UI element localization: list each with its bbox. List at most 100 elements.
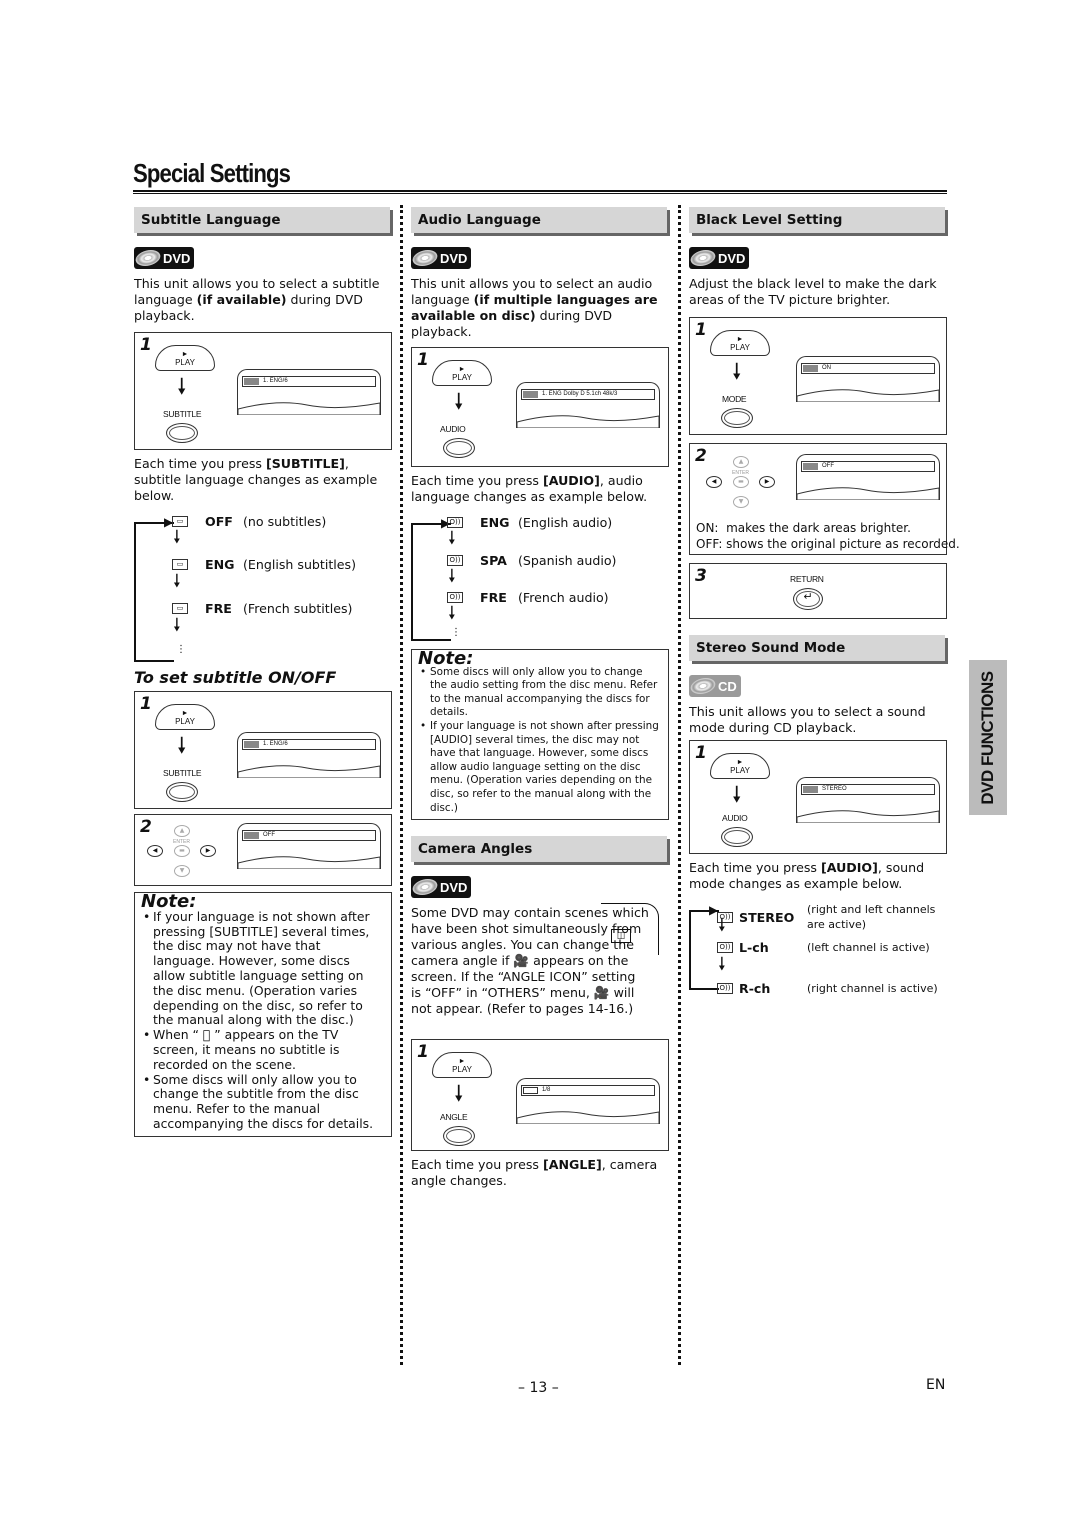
audio-button[interactable] bbox=[721, 827, 753, 847]
up-button: ▲ bbox=[174, 825, 190, 837]
cd-badge: CD bbox=[688, 675, 741, 697]
tv-screen: 1/8 bbox=[516, 1078, 660, 1125]
subtitle-icon bbox=[244, 741, 259, 748]
subtitle-icon: ▭ bbox=[172, 559, 188, 570]
angle-button[interactable] bbox=[443, 1126, 475, 1147]
note-item: Some discs will only allow you to change… bbox=[141, 1072, 385, 1132]
step-1-box: 1 ► PLAY 🠗 MODE ON bbox=[689, 317, 947, 435]
section-heading: Camera Angles bbox=[411, 836, 667, 863]
audio-icon: O)) bbox=[447, 592, 463, 603]
on-description: ON: makes the dark areas brighter. bbox=[696, 521, 911, 535]
step-3-box: 3 RETURN ↵ bbox=[689, 563, 947, 619]
disc-icon bbox=[688, 678, 718, 694]
play-button[interactable]: ► PLAY bbox=[432, 1052, 492, 1079]
mode-button[interactable] bbox=[721, 408, 753, 428]
down-arrow-icon: 🠗 bbox=[454, 390, 464, 415]
audio-icon bbox=[803, 786, 818, 793]
play-button[interactable]: ► PLAY bbox=[432, 360, 492, 386]
down-arrow-icon: 🠗 bbox=[173, 571, 181, 592]
down-arrow-icon: 🠗 bbox=[177, 734, 187, 759]
left-button: ◀ bbox=[147, 845, 163, 857]
loop-line bbox=[411, 523, 451, 641]
dvd-badge: DVD bbox=[133, 247, 195, 269]
camera-angle-icon bbox=[523, 1087, 538, 1095]
onoff-heading: To set subtitle ON/OFF bbox=[134, 668, 337, 687]
audio-button[interactable] bbox=[443, 438, 475, 458]
after-text: Each time you press [ANGLE], camera angl… bbox=[411, 1157, 658, 1189]
play-icon: ► bbox=[736, 759, 744, 766]
cycle-item: O)) L-ch (left channel is active) bbox=[717, 940, 957, 955]
subtitle-icon bbox=[244, 832, 259, 839]
dvd-badge: DVD bbox=[410, 876, 472, 899]
step-1-box: 1 ► PLAY 🠗 AUDIO 1. ENG Dolby D 5.1ch 48k… bbox=[411, 347, 669, 467]
play-icon: ► bbox=[458, 1058, 466, 1066]
after-text: Each time you press [AUDIO], audio langu… bbox=[411, 473, 648, 504]
ellipsis-icon: ⋮ bbox=[176, 644, 186, 655]
onoff-step-2-box: 2 ▲ ENTER ▬ ◀ ▶ ▼ OFF bbox=[134, 814, 392, 886]
cycle-item: ▭ OFF (no subtitles) bbox=[172, 514, 326, 529]
audio-icon bbox=[523, 391, 538, 398]
note-item: When “ ⃠ ” appears on the TV screen, it … bbox=[141, 1027, 385, 1072]
button-label: ANGLE bbox=[440, 1112, 468, 1123]
tv-screen: OFF bbox=[237, 823, 381, 869]
tv-screen: STEREO bbox=[796, 777, 940, 823]
down-arrow-icon: 🠗 bbox=[177, 375, 187, 400]
intro-text: This unit allows you to select a subtitl… bbox=[134, 276, 380, 323]
after-text: Each time you press [SUBTITLE], subtitle… bbox=[134, 456, 378, 503]
column-divider bbox=[678, 205, 681, 1365]
play-button[interactable]: ► PLAY bbox=[155, 704, 215, 730]
page-number: – 13 – bbox=[518, 1380, 559, 1396]
dvd-badge: DVD bbox=[410, 247, 472, 269]
subtitle-button[interactable] bbox=[166, 782, 198, 802]
disc-icon bbox=[410, 879, 440, 896]
cycle-item: ▭ FRE (French subtitles) bbox=[172, 601, 352, 616]
tv-screen: OFF bbox=[796, 454, 940, 500]
subtitle-cycle: ▶ ▭ OFF (no subtitles) 🠗 ▭ ENG (English subt… bbox=[134, 514, 392, 664]
tv-screen: 1. ENG Dolby D 5.1ch 48k/3 bbox=[516, 382, 660, 428]
down-arrow-icon: 🠗 bbox=[173, 527, 181, 548]
tv-screen: 1. ENG/6 bbox=[237, 732, 381, 778]
play-icon: ► bbox=[181, 710, 189, 717]
enter-button: ▬ bbox=[733, 476, 749, 488]
subtitle-note: Note: If your language is not shown afte… bbox=[134, 892, 392, 1137]
dvd-badge: DVD bbox=[688, 247, 750, 269]
up-button: ▲ bbox=[733, 456, 749, 468]
intro-text: Adjust the black level to make the dark … bbox=[689, 276, 937, 307]
play-button[interactable]: ► PLAY bbox=[710, 753, 770, 779]
note-item: If your language is not shown after pres… bbox=[418, 720, 662, 815]
cycle-item: O)) SPA (Spanish audio) bbox=[447, 553, 616, 568]
page-title: Special Settings bbox=[133, 158, 291, 188]
play-button[interactable]: ► PLAY bbox=[155, 345, 215, 371]
direction-pad[interactable]: ▲ ENTER ▬ ◀ ▶ ▼ bbox=[147, 825, 217, 885]
direction-pad[interactable]: ▲ ENTER ▬ ◀ ▶ ▼ bbox=[706, 456, 776, 516]
play-button[interactable]: ► PLAY bbox=[710, 330, 770, 356]
disc-icon bbox=[688, 250, 718, 266]
return-icon: ↵ bbox=[803, 590, 813, 603]
down-arrow-icon: 🠗 bbox=[448, 566, 456, 587]
left-button: ◀ bbox=[706, 476, 722, 488]
subtitle-language-section: Subtitle Language DVD This unit allows y… bbox=[133, 207, 392, 1137]
subtitle-icon: ▭ bbox=[172, 603, 188, 614]
intro-text: This unit allows you to select an audio … bbox=[411, 276, 658, 339]
play-icon: ► bbox=[736, 336, 744, 343]
tv-screen: ON bbox=[796, 356, 940, 402]
right-button: ▶ bbox=[200, 845, 216, 857]
enter-button: ▬ bbox=[174, 845, 190, 857]
section-heading: Subtitle Language bbox=[134, 207, 390, 233]
step-1-box: 1 ► PLAY 🠗 SUBTITLE 1. ENG/6 bbox=[134, 332, 392, 450]
ellipsis-icon: ⋮ bbox=[451, 627, 461, 638]
button-label: AUDIO bbox=[722, 813, 748, 823]
loop-line bbox=[134, 522, 174, 662]
step-2-box: 2 ▲ ENTER ▬ ◀ ▶ ▼ OFF ON: makes the dark… bbox=[689, 443, 960, 555]
stereo-step-1-box: 1 ► PLAY 🠗 AUDIO STEREO bbox=[689, 740, 947, 854]
intro-text: This unit allows you to select a sound m… bbox=[689, 704, 926, 735]
button-label: AUDIO bbox=[440, 424, 466, 434]
black-level-icon bbox=[803, 463, 818, 470]
black-level-section: Black Level Setting DVD Adjust the black… bbox=[688, 207, 960, 1002]
right-button: ▶ bbox=[759, 476, 775, 488]
loop-line bbox=[689, 910, 719, 990]
down-arrow-icon: 🠗 bbox=[732, 783, 742, 808]
subtitle-button[interactable] bbox=[166, 423, 198, 443]
return-button[interactable]: ↵ bbox=[793, 588, 823, 610]
camera-angle-icon: ◫ bbox=[611, 929, 631, 944]
